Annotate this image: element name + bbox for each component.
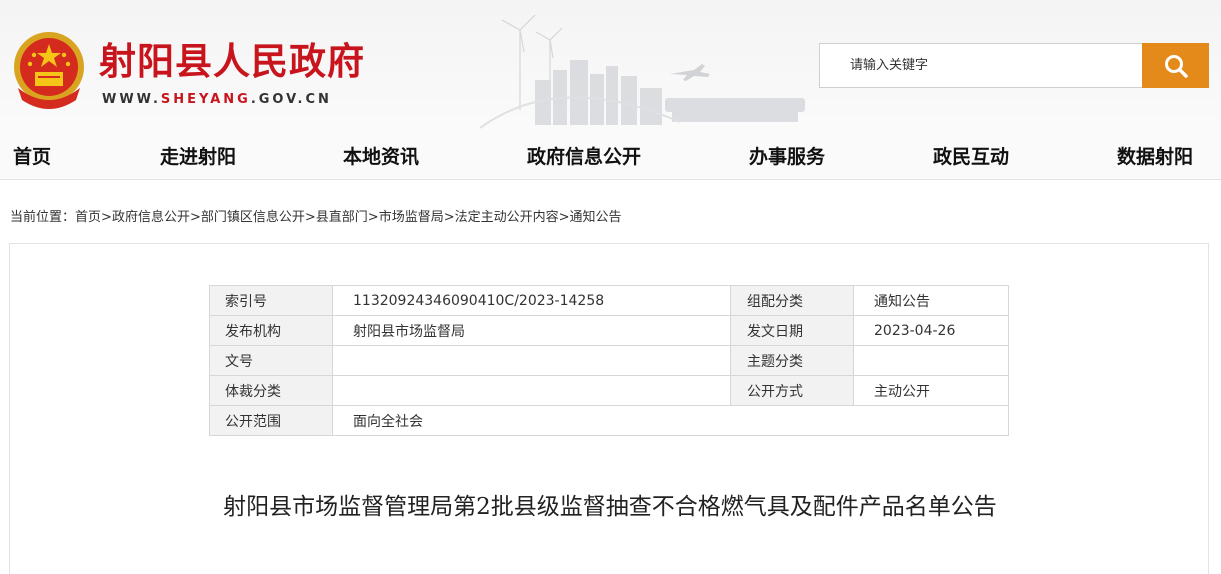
date-label: 发文日期 xyxy=(730,315,854,346)
breadcrumb-link-statutory[interactable]: 法定主动公开内容 xyxy=(455,210,559,225)
category-value: 通知公告 xyxy=(853,285,1009,316)
topic-value xyxy=(853,345,1009,376)
table-row: 公开范围 面向全社会 xyxy=(209,405,1009,436)
city-skyline-illustration xyxy=(479,14,805,129)
search-button[interactable] xyxy=(1142,43,1209,88)
table-row: 索引号 11320924346090410C/2023-14258 组配分类 通… xyxy=(209,285,1009,316)
method-label: 公开方式 xyxy=(730,375,854,406)
index-label: 索引号 xyxy=(209,285,333,316)
nav-item-about[interactable]: 走进射阳 xyxy=(160,142,236,169)
publisher-label: 发布机构 xyxy=(209,315,333,346)
search-input[interactable] xyxy=(819,43,1143,88)
national-emblem-icon xyxy=(14,32,84,109)
method-value: 主动公开 xyxy=(853,375,1009,406)
table-row: 发布机构 射阳县市场监督局 发文日期 2023-04-26 xyxy=(209,315,1009,346)
nav-item-services[interactable]: 办事服务 xyxy=(749,142,825,169)
breadcrumb-link-notices[interactable]: 通知公告 xyxy=(570,210,622,225)
breadcrumb-link-market-bureau[interactable]: 市场监督局 xyxy=(379,210,444,225)
url-suffix: .GOV.CN xyxy=(250,92,332,107)
nav-item-news[interactable]: 本地资讯 xyxy=(343,142,419,169)
breadcrumb: 当前位置：首页>政府信息公开>部门镇区信息公开>县直部门>市场监督局>法定主动公… xyxy=(10,206,622,225)
genre-value xyxy=(332,375,731,406)
breadcrumb-link-county-depts[interactable]: 县直部门 xyxy=(316,210,368,225)
nav-item-gov-info[interactable]: 政府信息公开 xyxy=(527,142,641,169)
search-icon xyxy=(1164,54,1188,78)
content-panel: 索引号 11320924346090410C/2023-14258 组配分类 通… xyxy=(9,243,1209,574)
breadcrumb-prefix: 当前位置： xyxy=(10,210,76,225)
url-prefix: WWW. xyxy=(102,92,161,107)
breadcrumb-link-home[interactable]: 首页 xyxy=(75,210,101,225)
nav-item-interaction[interactable]: 政民互动 xyxy=(933,142,1009,169)
nav-item-data[interactable]: 数据射阳 xyxy=(1117,142,1193,169)
breadcrumb-separator: > xyxy=(443,210,455,225)
table-row: 体裁分类 公开方式 主动公开 xyxy=(209,375,1009,406)
breadcrumb-separator: > xyxy=(304,210,316,225)
breadcrumb-separator: > xyxy=(367,210,379,225)
docno-value xyxy=(332,345,731,376)
genre-label: 体裁分类 xyxy=(209,375,333,406)
article-title: 射阳县市场监督管理局第2批县级监督抽查不合格燃气具及配件产品名单公告 xyxy=(223,494,997,520)
site-header: 射阳县人民政府 WWW.SHEYANG.GOV.CN xyxy=(0,0,1221,130)
table-row: 文号 主题分类 xyxy=(209,345,1009,376)
breadcrumb-separator: > xyxy=(101,210,112,225)
index-value: 11320924346090410C/2023-14258 xyxy=(332,285,731,316)
document-info-table: 索引号 11320924346090410C/2023-14258 组配分类 通… xyxy=(209,285,1009,436)
publisher-value: 射阳县市场监督局 xyxy=(332,315,731,346)
breadcrumb-link-gov-info[interactable]: 政府信息公开 xyxy=(112,210,190,225)
nav-item-home[interactable]: 首页 xyxy=(13,142,51,169)
main-nav: 首页 走进射阳 本地资讯 政府信息公开 办事服务 政民互动 数据射阳 xyxy=(0,130,1221,180)
site-url: WWW.SHEYANG.GOV.CN xyxy=(102,92,332,107)
scope-value: 面向全社会 xyxy=(332,405,1009,436)
scope-label: 公开范围 xyxy=(209,405,333,436)
breadcrumb-link-dept-info[interactable]: 部门镇区信息公开 xyxy=(201,210,305,225)
url-brand: SHEYANG xyxy=(160,92,251,107)
topic-label: 主题分类 xyxy=(730,345,854,376)
category-label: 组配分类 xyxy=(730,285,854,316)
docno-label: 文号 xyxy=(209,345,333,376)
site-title[interactable]: 射阳县人民政府 xyxy=(99,31,365,85)
breadcrumb-separator: > xyxy=(189,210,201,225)
breadcrumb-separator: > xyxy=(558,210,570,225)
date-value: 2023-04-26 xyxy=(853,315,1009,346)
